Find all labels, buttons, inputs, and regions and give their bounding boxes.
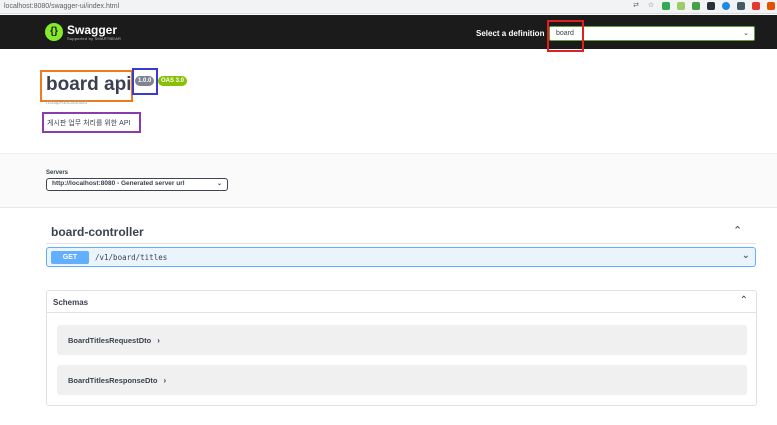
servers-selected-value: http://localhost:8080 - Generated server… — [52, 180, 185, 187]
extension-icon-5[interactable] — [722, 2, 730, 10]
chevron-down-icon[interactable]: ⌄ — [742, 250, 750, 261]
chevron-down-icon: ⌄ — [216, 181, 222, 187]
method-badge-get: GET — [51, 251, 89, 264]
servers-label: Servers — [46, 170, 69, 176]
browser-toolbar: localhost:8080/swagger-ui/index.html ⇄ ☆ — [0, 0, 777, 14]
extension-icon-1[interactable] — [662, 2, 670, 10]
extension-icon-8[interactable] — [767, 2, 775, 10]
extension-icons: ⇄ ☆ — [632, 2, 775, 10]
highlight-box-title — [40, 70, 133, 102]
swagger-logo-icon: {} — [45, 23, 63, 41]
extension-icon-6[interactable] — [737, 2, 745, 10]
logo-name: Swagger — [67, 22, 118, 37]
controller-tag-title[interactable]: board-controller — [51, 225, 144, 239]
servers-select[interactable]: http://localhost:8080 - Generated server… — [46, 178, 228, 191]
chevron-right-icon: › — [163, 376, 167, 385]
logo-subtitle: Supported by SMARTBEAR — [67, 35, 122, 41]
definition-label: Select a definition — [476, 29, 545, 38]
divider — [47, 312, 756, 313]
chevron-right-icon: › — [157, 336, 160, 345]
schemas-section: Schemas ⌃ BoardTitlesRequestDto › BoardTi… — [46, 290, 757, 406]
chevron-up-icon[interactable]: ⌃ — [740, 295, 748, 306]
schemas-title[interactable]: Schemas — [53, 298, 88, 307]
address-bar[interactable]: localhost:8080/swagger-ui/index.html — [4, 3, 119, 10]
star-icon[interactable]: ☆ — [647, 2, 655, 10]
schema-model[interactable]: BoardTitlesRequestDto › — [57, 325, 747, 355]
chevron-up-icon[interactable]: ⌃ — [733, 224, 742, 237]
highlight-box-version — [132, 68, 158, 95]
extension-icon-4[interactable] — [707, 2, 715, 10]
extension-icon-2[interactable] — [677, 2, 685, 10]
divider — [46, 243, 756, 244]
operation-get-board-titles[interactable]: GET /v1/board/titles ⌄ — [46, 247, 756, 267]
highlight-box-description — [42, 112, 141, 133]
operation-path: /v1/board/titles — [95, 253, 168, 262]
swagger-logo[interactable]: {} Swagger Supported by SMARTBEAR — [45, 23, 121, 41]
translate-icon[interactable]: ⇄ — [632, 2, 640, 10]
chevron-down-icon: ⌄ — [743, 30, 749, 37]
schema-model-name: BoardTitlesRequestDto › — [68, 336, 160, 345]
highlight-box-definition — [547, 20, 584, 52]
schema-model-label: BoardTitlesResponseDto — [68, 376, 158, 385]
schema-model[interactable]: BoardTitlesResponseDto › — [57, 365, 747, 395]
extension-icon-7[interactable] — [752, 2, 760, 10]
extension-icon-3[interactable] — [692, 2, 700, 10]
schema-model-label: BoardTitlesRequestDto — [68, 336, 152, 345]
schema-model-name: BoardTitlesResponseDto › — [68, 376, 166, 385]
oas-badge: OAS 3.0 — [158, 76, 188, 86]
api-docs-link[interactable]: /v3/api-docs/board — [46, 100, 87, 106]
